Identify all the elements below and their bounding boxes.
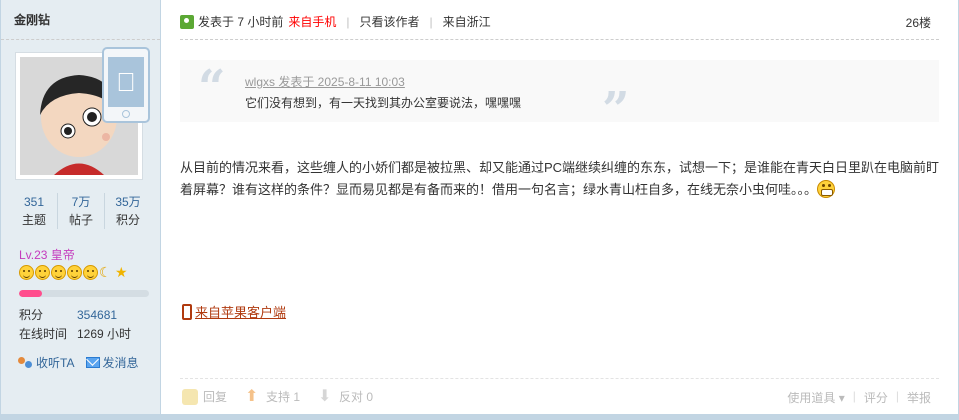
post-container: 金刚钻  351 (0, 0, 959, 420)
reply-button[interactable]: 回复 (182, 388, 227, 405)
sun-rank-icon (19, 265, 34, 280)
stat-credits[interactable]: 35万 积分 (105, 193, 151, 229)
divider (180, 39, 939, 40)
post-actions: 回复 ⬆ 支持 1 ⬇ 反对 0 (182, 388, 373, 405)
post-location: 来自浙江 (442, 15, 491, 29)
mail-icon (86, 357, 101, 368)
footer-border (0, 414, 959, 420)
from-mobile-link[interactable]: 来自手机 (288, 13, 336, 30)
send-message-button[interactable]: 发消息 (86, 354, 138, 371)
reply-icon (182, 388, 198, 405)
floor-number[interactable]: 26楼 (906, 14, 931, 31)
author-sidebar: 金刚钻  351 (1, 0, 161, 420)
sun-rank-icon (83, 265, 98, 280)
stat-posts[interactable]: 7万 帖子 (58, 193, 105, 229)
author-name[interactable]: 金刚钻 (1, 0, 160, 40)
quote-open-icon: “ (198, 60, 226, 116)
quote-block: “ wlgxs 发表于 2025-8-11 10:03 它们没有想到，有一天找到… (180, 60, 939, 134)
level-progress-bar (19, 290, 149, 297)
author-stats: 351 主题 7万 帖子 35万 积分 (11, 193, 151, 229)
stat-threads[interactable]: 351 主题 (11, 193, 58, 229)
sun-rank-icon (51, 265, 66, 280)
star-rank-icon: ★ (115, 264, 128, 280)
use-tool-button[interactable]: 使用道具 ▾ (787, 389, 844, 406)
mobile-device-badge-icon:  (102, 47, 150, 123)
moon-rank-icon: ☾ (99, 264, 112, 280)
online-status-icon (180, 14, 194, 29)
thumbs-up-icon: ⬆ (245, 387, 259, 405)
sun-rank-icon (35, 265, 50, 280)
follow-button[interactable]: 收听TA (18, 354, 74, 371)
post-content: 从目前的情况来看，这些缠人的小娇们都是被拉黑、却又能通过PC端继续纠缠的东东，试… (180, 160, 940, 198)
author-actions: 收听TA 发消息 (18, 354, 138, 371)
post-time: 发表于 7 小时前 (198, 15, 284, 29)
online-time-row: 在线时间 1269 小时 (19, 327, 132, 341)
quote-close-icon: ” (602, 82, 630, 138)
client-link[interactable]: 来自苹果客户端 (182, 302, 286, 321)
points-row: 积分 354681 (19, 308, 118, 322)
quote-author-link[interactable]: wlgxs 发表于 2025-8-11 10:03 (245, 73, 405, 90)
user-level[interactable]: Lv.23 皇帝 (19, 246, 75, 263)
apple-icon:  (108, 57, 144, 107)
follow-icon (18, 356, 34, 370)
divider (180, 378, 939, 379)
grin-emoji-icon (817, 180, 836, 198)
phone-icon (182, 303, 192, 320)
rank-icons: ☾ ★ (19, 265, 130, 280)
post-main: 发表于 7 小时前 来自手机 | 只看该作者 | 来自浙江 26楼 “ wlgx… (162, 0, 959, 420)
quote-text: 它们没有想到，有一天找到其办公室要说法，嘿嘿嘿 (245, 96, 522, 110)
oppose-button[interactable]: ⬇ 反对 0 (318, 388, 373, 405)
support-button[interactable]: ⬆ 支持 1 (245, 388, 300, 405)
only-author-link[interactable]: 只看该作者 (359, 13, 419, 30)
report-button[interactable]: 举报 (907, 389, 931, 406)
rate-button[interactable]: 评分 (864, 389, 888, 406)
sun-rank-icon (67, 265, 82, 280)
post-meta: 发表于 7 小时前 来自手机 | 只看该作者 | 来自浙江 (180, 13, 491, 30)
thumbs-down-icon: ⬇ (318, 387, 332, 405)
level-progress-fill (19, 290, 43, 297)
post-tools: 使用道具 ▾ | 评分 | 举报 (787, 389, 931, 406)
